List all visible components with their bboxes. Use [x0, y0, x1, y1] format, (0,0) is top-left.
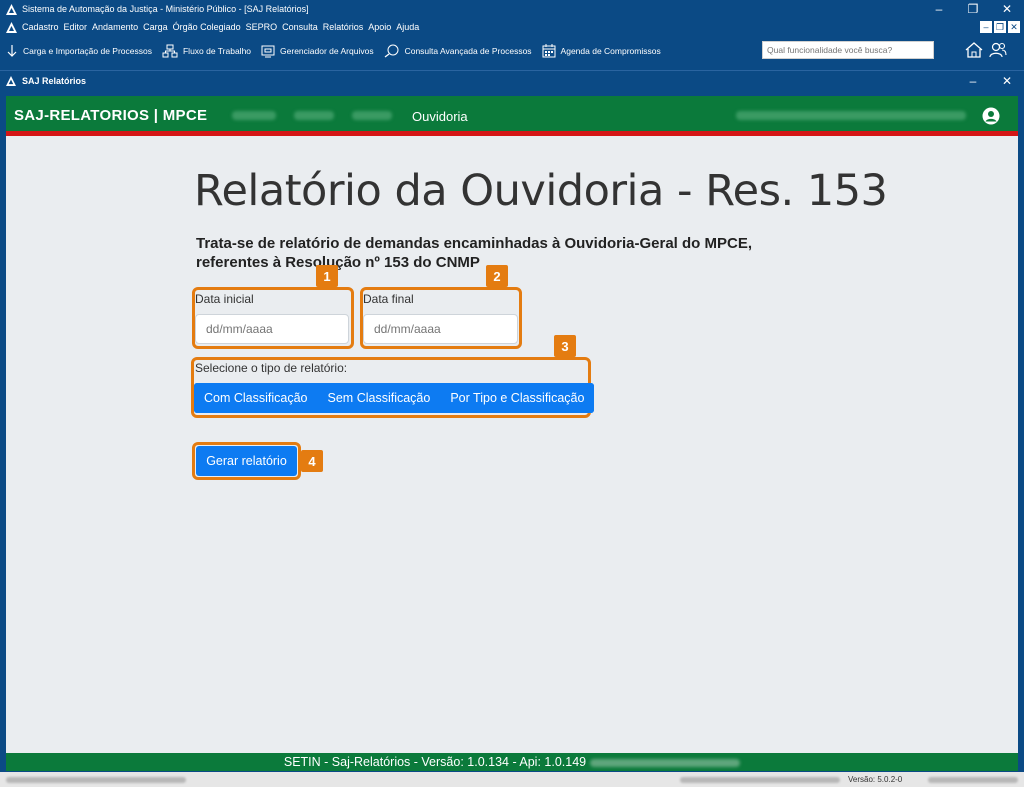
toolbar: Carga e Importação de Processos Fluxo de…: [0, 36, 1024, 66]
functionality-search-input[interactable]: [762, 41, 934, 59]
toolbar-agenda-compromissos[interactable]: Agenda de Compromissos: [542, 44, 661, 58]
nav-link-ouvidoria[interactable]: Ouvidoria: [412, 109, 468, 124]
page-footer: SETIN - Saj-Relatórios - Versão: 1.0.134…: [6, 753, 1018, 771]
file-manager-icon: [261, 45, 275, 58]
report-type-button-group: Com Classificação Sem Classificação Por …: [194, 383, 595, 413]
user-name-redacted: [736, 111, 966, 120]
toolbar-label: Gerenciador de Arquivos: [280, 46, 374, 56]
page-title: Relatório da Ouvidoria - Res. 153: [194, 166, 888, 216]
app-logo-icon: [4, 20, 18, 34]
app-title: Sistema de Automação da Justiça - Minist…: [22, 4, 309, 14]
download-arrow-icon: [7, 45, 17, 57]
inner-window-titlebar: SAJ Relatórios – ✕: [0, 70, 1024, 90]
menu-item-orgao-colegiado[interactable]: Órgão Colegiado: [173, 22, 241, 32]
app-logo-icon: [4, 2, 18, 16]
close-icon[interactable]: ✕: [990, 0, 1024, 18]
step-badge-4: 4: [301, 450, 323, 472]
menu-item-editor[interactable]: Editor: [64, 22, 88, 32]
restore-icon[interactable]: ❐: [956, 0, 990, 18]
status-redacted: [928, 777, 1018, 783]
mdi-restore-icon[interactable]: ❐: [994, 21, 1006, 33]
search-bubble-icon: [384, 44, 399, 58]
nav-link-redacted[interactable]: [352, 111, 392, 120]
brand-logo[interactable]: SAJ-RELATORIOS | MPCE: [14, 107, 207, 124]
step-badge-3: 3: [554, 335, 576, 357]
menu-item-andamento[interactable]: Andamento: [92, 22, 138, 32]
toolbar-label: Fluxo de Trabalho: [182, 46, 252, 56]
workflow-icon: [162, 44, 178, 58]
menu-item-apoio[interactable]: Apoio: [368, 22, 391, 32]
report-type-por-tipo-button[interactable]: Por Tipo e Classificação: [440, 383, 595, 413]
mdi-close-icon[interactable]: ✕: [1008, 21, 1020, 33]
footer-text: SETIN - Saj-Relatórios - Versão: 1.0.134…: [283, 755, 587, 769]
minimize-icon[interactable]: –: [956, 72, 990, 90]
menu-item-sepro[interactable]: SEPRO: [246, 22, 278, 32]
nav-link-redacted[interactable]: [294, 111, 334, 120]
nav-link-redacted[interactable]: [232, 111, 276, 120]
close-icon[interactable]: ✕: [990, 72, 1024, 90]
menu-bar: Cadastro Editor Andamento Carga Órgão Co…: [0, 18, 1024, 36]
app-logo-icon: [4, 74, 18, 88]
report-type-sem-classificacao-button[interactable]: Sem Classificação: [317, 383, 441, 413]
calendar-icon: [542, 44, 556, 58]
footer-redacted: [590, 758, 741, 767]
inner-window-title: SAJ Relatórios: [22, 75, 87, 86]
toolbar-consulta-avancada[interactable]: Consulta Avançada de Processos: [384, 44, 532, 58]
app-titlebar: Sistema de Automação da Justiça - Minist…: [0, 0, 1024, 18]
status-redacted: [680, 777, 840, 783]
user-account-icon[interactable]: [982, 107, 1000, 130]
minimize-icon[interactable]: –: [922, 0, 956, 18]
menu-item-cadastro[interactable]: Cadastro: [22, 22, 59, 32]
toolbar-label: Agenda de Compromissos: [560, 46, 661, 56]
toolbar-label: Carga e Importação de Processos: [23, 46, 152, 56]
toolbar-fluxo-trabalho[interactable]: Fluxo de Trabalho: [162, 44, 251, 58]
menu-item-carga[interactable]: Carga: [143, 22, 168, 32]
status-bar: Versão: 5.0.2-0: [0, 772, 1024, 787]
report-type-com-classificacao-button[interactable]: Com Classificação: [194, 383, 318, 413]
menu-item-relatorios[interactable]: Relatórios: [323, 22, 364, 32]
mdi-minimize-icon[interactable]: –: [980, 21, 992, 33]
generate-report-button[interactable]: Gerar relatório: [196, 446, 297, 476]
step-badge-1: 1: [316, 265, 338, 287]
home-icon[interactable]: [965, 42, 983, 60]
toolbar-gerenciador-arquivos[interactable]: Gerenciador de Arquivos: [261, 44, 374, 58]
end-date-label: Data final: [363, 292, 414, 306]
web-content: SAJ-RELATORIOS | MPCE Ouvidoria Relatóri…: [6, 96, 1018, 771]
toolbar-carga-importacao[interactable]: Carga e Importação de Processos: [6, 44, 152, 58]
end-date-input[interactable]: [363, 314, 518, 344]
start-date-input[interactable]: [195, 314, 349, 344]
step-badge-2: 2: [486, 265, 508, 287]
menu-item-consulta[interactable]: Consulta: [282, 22, 318, 32]
menu-item-ajuda[interactable]: Ajuda: [396, 22, 419, 32]
report-type-label: Selecione o tipo de relatório:: [195, 361, 348, 375]
status-version: Versão: 5.0.2-0: [848, 775, 903, 784]
toolbar-label: Consulta Avançada de Processos: [404, 46, 532, 56]
users-icon[interactable]: [989, 42, 1007, 60]
top-navbar: SAJ-RELATORIOS | MPCE Ouvidoria: [6, 96, 1018, 136]
start-date-label: Data inicial: [195, 292, 254, 306]
status-redacted: [6, 777, 186, 783]
